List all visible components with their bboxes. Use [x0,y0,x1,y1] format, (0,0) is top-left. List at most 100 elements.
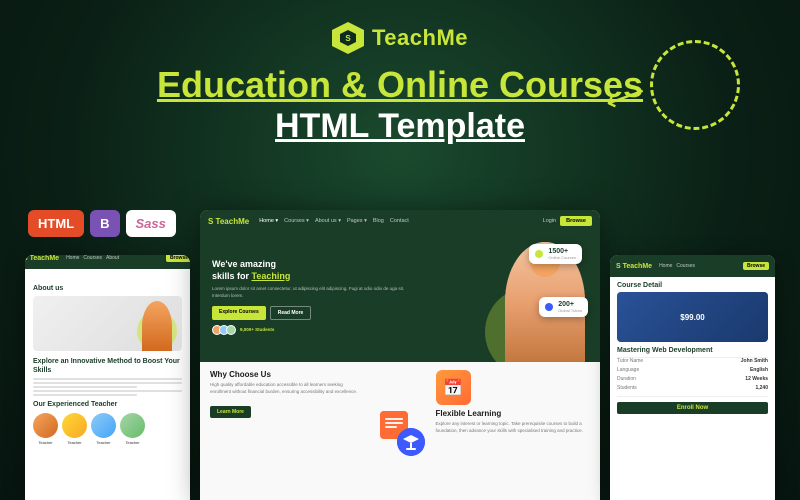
why-icon-area [373,370,428,492]
left-logo: S TeachMe [25,255,59,262]
teacher-pic-4 [120,413,145,438]
left-nav: HomeCoursesAbout [66,255,119,261]
right-nav-bar: S TeachMe Home Courses Browse [610,255,775,277]
right-nav: Home Courses [659,263,695,269]
learn-more-btn[interactable]: Learn More [210,406,251,418]
left-content-body: About us Explore an Innovative Method to… [25,277,190,453]
course-details-list: Tutor Name John Smith Language English D… [610,358,775,391]
course-detail-title: Course Detail [610,277,775,292]
why-choose-title: Why Choose Us [210,370,365,379]
right-browse-btn[interactable]: Browse [743,262,769,270]
tutors-count: 200+ [558,301,582,308]
browser-left: S TeachMe HomeCoursesAbout Browse About … [25,255,190,500]
teacher-3: Teacher [91,413,116,445]
stat-badge-courses: 1500+ Online Courses [529,244,582,264]
language-label: Language [617,367,639,373]
text-line-5 [33,394,137,396]
hero-heading: We've amazing skills for Teaching [212,259,408,282]
student-av-3 [226,325,236,335]
center-hero: We've amazing skills for Teaching Lorem … [200,232,600,362]
badge-html: HTML [28,210,84,237]
about-method-title: Explore an Innovative Method to Boost Yo… [33,357,182,375]
center-nav-bar: S TeachMe Home ▾ Courses ▾ About us ▾ Pa… [200,210,600,232]
teacher-section-title: Our Experienced Teacher [33,401,182,408]
hero-heading-line1: We've amazing [212,259,276,269]
language-value: English [750,367,768,373]
flexible-section: 📅 Flexible Learning Explore any interest… [436,370,591,492]
center-bottom-section: Why Choose Us High quality affordable ed… [200,362,600,500]
course-detail-image: $99.00 [617,292,768,342]
hero-heading-line2: skills for [212,271,249,281]
divider-2 [617,396,768,397]
tutors-icon [545,303,553,311]
enroll-btn[interactable]: Enroll Now [617,402,768,414]
logo-icon: S [332,22,364,54]
right-logo: S TeachMe [616,263,652,270]
duration-label: Duration [617,376,636,382]
student-avatars [212,325,236,335]
why-icon-stack [375,406,425,456]
hero-text-area: We've amazing skills for Teaching Lorem … [200,249,420,345]
left-nav-bar: S TeachMe HomeCoursesAbout Browse [25,255,190,269]
tutor-value: John Smith [741,358,768,364]
teacher-name-2: Teacher [62,440,87,445]
logo-me: Me [436,25,468,50]
teacher-name-4: Teacher [120,440,145,445]
teacher-name-1: Teacher [33,440,58,445]
text-line-3 [33,386,137,388]
detail-row-students: Students 1,240 [617,385,768,391]
hero-highlight: Teaching [252,271,291,281]
text-line-1 [33,378,182,380]
courses-icon [535,250,543,258]
logo-teach: Teach [372,25,436,50]
logo-area: S TeachMe [332,22,468,54]
course-price: $99.00 [680,313,704,322]
teacher-1: Teacher [33,413,58,445]
students-label: Students [617,385,637,391]
header: S TeachMe Education & Online Courses HTM… [0,0,800,146]
about-person-figure [142,301,172,351]
main-title: Education & Online Courses [157,64,643,105]
why-choose-text: High quality affordable education access… [210,382,365,396]
read-more-btn[interactable]: Read More [270,306,312,320]
left-browse-btn[interactable]: Browse [166,255,190,262]
browser-center: S TeachMe Home ▾ Courses ▾ About us ▾ Pa… [200,210,600,500]
teacher-pic-2 [62,413,87,438]
sub-title: HTML Template [275,107,525,146]
text-line-4 [33,390,182,392]
teacher-pic-1 [33,413,58,438]
flexible-text: Explore any interest or learning topic. … [436,421,591,435]
teacher-2: Teacher [62,413,87,445]
course-detail-overlay: $99.00 [617,292,768,342]
hero-subtext: Lorem ipsum dolor sit amet consectetur, … [212,286,408,300]
course-title: Mastering Web Development [610,347,775,357]
center-nav-actions: Login Browse [543,216,592,226]
logo-text: TeachMe [372,25,468,51]
courses-count: 1500+ [548,248,576,255]
tutor-label: Tutor Name [617,358,643,364]
calendar-icon: 📅 [436,370,471,405]
svg-text:S: S [345,34,351,43]
badge-bootstrap: B [90,210,119,237]
center-logo: S TeachMe [208,217,249,226]
browse-button[interactable]: Browse [560,216,592,226]
teacher-pic-3 [91,413,116,438]
teacher-avatars: Teacher Teacher Teacher Teacher [33,413,182,445]
detail-row-language: Language English [617,367,768,373]
students-value: 1,240 [755,385,768,391]
graduation-icon [397,428,425,456]
students-count: 9,000+ Students [240,327,274,332]
browser-right: S TeachMe Home Courses Browse Course Det… [610,255,775,500]
teacher-4: Teacher [120,413,145,445]
text-line-2 [33,382,182,384]
courses-label: Online Courses [548,255,576,260]
explore-courses-btn[interactable]: Explore Courses [212,306,266,320]
stat-badge-tutors: 200+ Global Tutors [539,297,588,317]
duration-value: 12 Weeks [745,376,768,382]
flexible-title: Flexible Learning [436,409,591,418]
about-title: About us [33,285,182,292]
center-nav-links: Home ▾ Courses ▾ About us ▾ Pages ▾ Blog… [259,218,409,224]
login-link[interactable]: Login [543,218,556,224]
badge-sass: Sass [126,210,176,237]
hero-buttons: Explore Courses Read More [212,306,408,320]
